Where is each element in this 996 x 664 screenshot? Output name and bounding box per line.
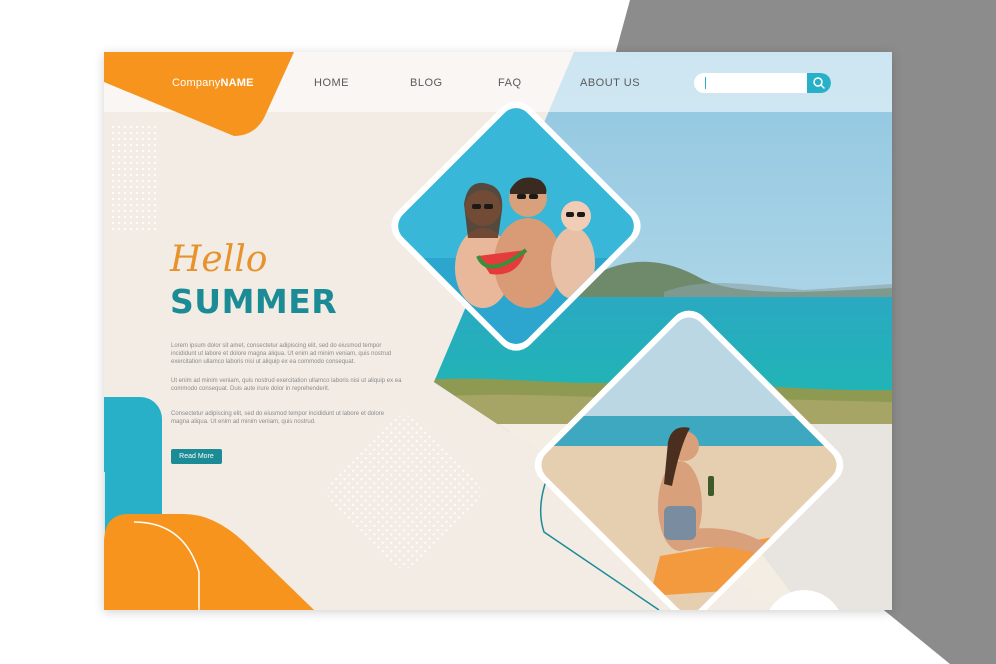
hero-paragraph-3: Consectetur adipiscing elit, sed do eius…: [171, 411, 385, 425]
hero-paragraph-2: Ut enim ad minim veniam, quis nostrud ex…: [171, 378, 402, 392]
hero-hello: Hello: [170, 239, 268, 280]
nav-home[interactable]: HOME: [314, 77, 349, 89]
nav-faq[interactable]: FAQ: [498, 77, 522, 89]
brand-company: Company: [172, 77, 221, 89]
nav-about-us[interactable]: ABOUT US: [580, 77, 640, 89]
hero-paragraph-1: Lorem ipsum dolor sit amet, consectetur …: [171, 343, 392, 365]
brand-name: NAME: [220, 77, 254, 89]
search-bar: [694, 73, 831, 93]
nav-blog[interactable]: BLOG: [410, 77, 443, 89]
search-input[interactable]: [708, 73, 806, 93]
search-icon: [813, 77, 825, 89]
landing-page-card: CompanyNAME HOME BLOG FAQ ABOUT US Hello…: [104, 52, 892, 610]
read-more-button[interactable]: Read More: [171, 449, 222, 464]
brand-logo[interactable]: CompanyNAME: [172, 77, 254, 89]
hero-title: SUMMER: [170, 282, 338, 321]
search-button[interactable]: [807, 73, 831, 93]
text-caret: [705, 77, 706, 89]
site-header: CompanyNAME HOME BLOG FAQ ABOUT US: [104, 52, 892, 112]
